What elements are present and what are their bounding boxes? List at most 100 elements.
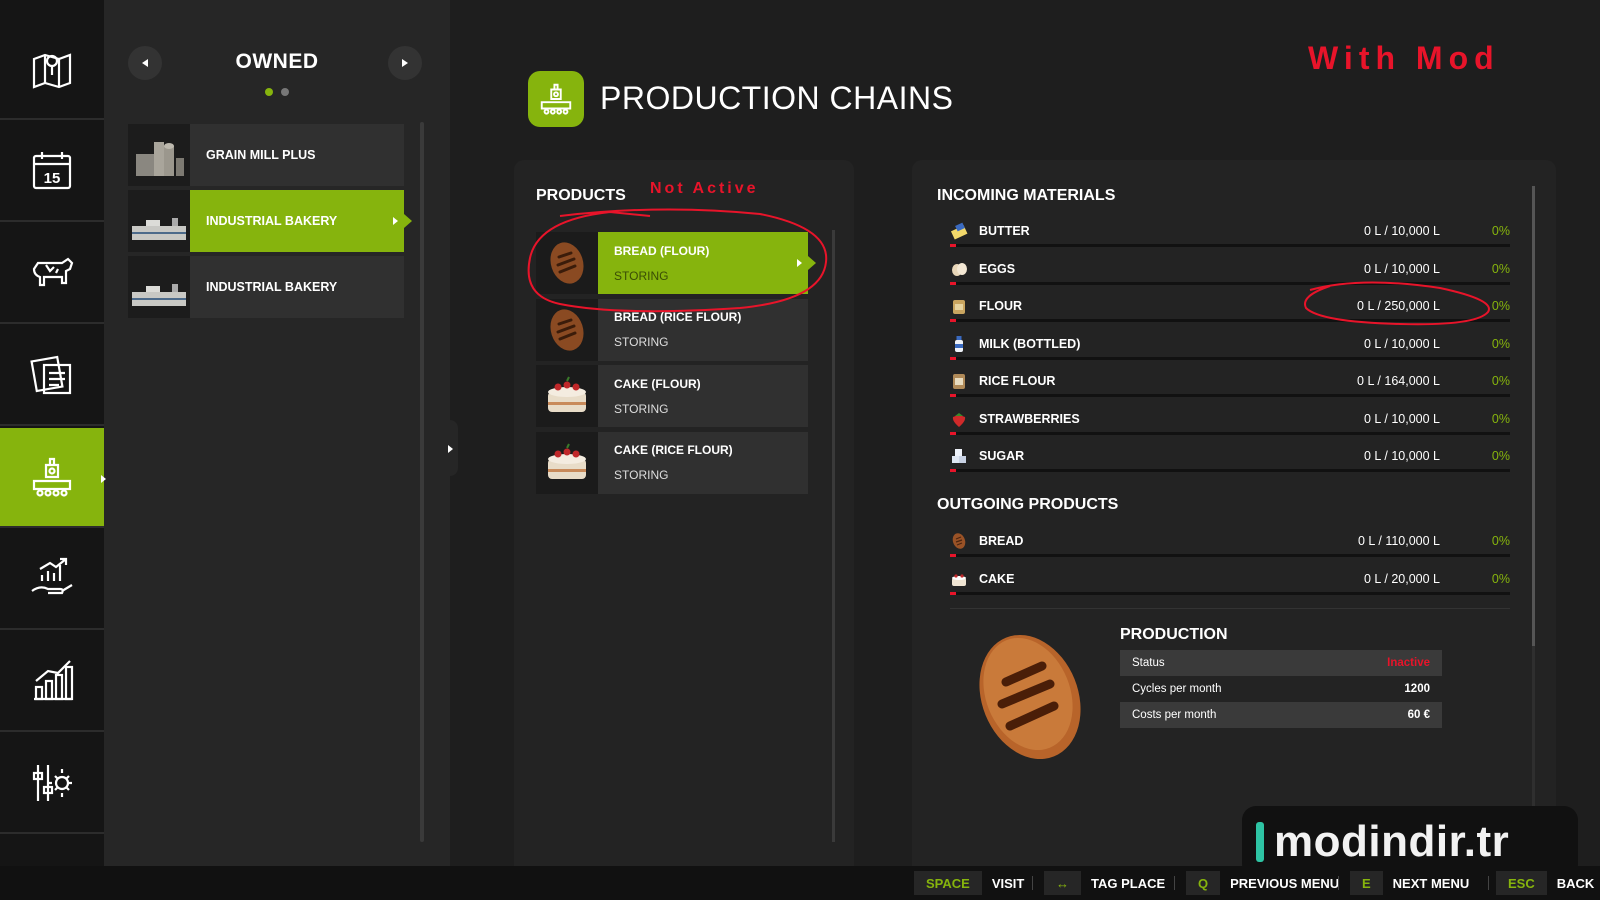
hint-back[interactable]: ESC BACK [1496, 871, 1594, 895]
hint-tag-place[interactable]: ↔ TAG PLACE [1044, 871, 1165, 895]
fill-level-bar [950, 469, 1510, 472]
page-dot-active[interactable] [265, 88, 273, 96]
status-row: Status Inactive [1120, 650, 1442, 676]
bread-icon [536, 298, 598, 361]
owned-item-grain-mill-plus[interactable]: GRAIN MILL PLUS [128, 124, 404, 186]
product-item-text: BREAD (FLOUR) STORING [598, 232, 808, 294]
owned-title: OWNED [235, 50, 319, 73]
fill-level-bar [950, 244, 1510, 247]
fill-level-bar [950, 356, 1510, 360]
hint-label: TAG PLACE [1091, 875, 1166, 891]
product-item-text: CAKE (RICE FLOUR) STORING [598, 432, 808, 494]
production-menu-button[interactable] [0, 428, 112, 528]
owned-item-industrial-bakery[interactable]: INDUSTRIAL BAKERY [128, 256, 404, 318]
calendar-menu-button[interactable]: 15 [0, 122, 104, 222]
material-amount: 0 L / 10,000 L [1364, 224, 1440, 238]
product-item-cake-rice-flour[interactable]: CAKE (RICE FLOUR) STORING [536, 431, 808, 494]
page-dot[interactable] [281, 88, 289, 96]
material-amount: 0 L / 10,000 L [1364, 411, 1440, 426]
incoming-row-sugar: SUGAR 0 L / 10,000 L 0% [950, 445, 1510, 481]
products-title: PRODUCTS [536, 187, 626, 204]
fill-level-bar [950, 319, 1510, 322]
hint-separator [1032, 876, 1033, 890]
next-page-button[interactable] [388, 46, 422, 80]
material-amount: 0 L / 10,000 L [1364, 336, 1440, 351]
bakery-thumbnail [128, 256, 190, 318]
strawberry-icon [952, 412, 966, 427]
calendar-icon: 15 [32, 152, 72, 190]
bread-icon [536, 232, 598, 294]
contracts-icon [30, 355, 72, 395]
product-name: CAKE [979, 571, 1015, 586]
hint-next-menu[interactable]: E NEXT MENU [1350, 871, 1469, 895]
key-esc: ESC [1496, 871, 1547, 895]
cake-icon [952, 573, 966, 586]
owned-item-label: INDUSTRIAL BAKERY [206, 280, 338, 294]
production-title: PRODUCTION [1120, 626, 1228, 643]
collapse-panel-button[interactable] [444, 420, 458, 476]
product-name: BREAD (FLOUR) [614, 243, 710, 258]
product-status: STORING [614, 268, 669, 283]
product-name: BREAD [979, 534, 1024, 548]
animals-menu-button[interactable] [0, 224, 104, 324]
sugar-icon [952, 449, 966, 463]
product-amount: 0 L / 110,000 L [1357, 534, 1440, 548]
contracts-menu-button[interactable] [0, 326, 104, 426]
fill-level-bar [950, 281, 1510, 285]
key-q: Q [1186, 871, 1221, 895]
material-amount: 0 L / 10,000 L [1364, 449, 1440, 463]
details-divider [950, 608, 1510, 609]
statistics-menu-button[interactable] [0, 632, 104, 732]
incoming-row-eggs: EGGS 0 L / 10,000 L 0% [950, 258, 1510, 294]
statistics-icon [34, 660, 74, 701]
product-item-cake-flour[interactable]: CAKE (FLOUR) STORING [536, 365, 808, 428]
fill-level-bar [950, 591, 1510, 595]
owned-scrollbar[interactable] [420, 122, 424, 842]
hint-visit[interactable]: SPACE VISIT [914, 871, 1024, 895]
bread-icon [979, 634, 1081, 760]
incoming-row-milk-bottled: MILK (BOTTLED) 0 L / 10,000 L 0% [950, 333, 1510, 369]
product-status: STORING [614, 468, 669, 483]
previous-page-button[interactable] [128, 46, 162, 80]
incoming-materials-title: INCOMING MATERIALS [937, 187, 1116, 204]
material-name: BUTTER [979, 224, 1030, 238]
details-scrollbar-thumb[interactable] [1532, 186, 1535, 646]
key-e: E [1350, 871, 1383, 895]
product-name: CAKE (FLOUR) [614, 376, 701, 391]
annotation-with-mod: With Mod [1308, 40, 1500, 76]
grain-mill-thumbnail [128, 124, 190, 186]
product-item-bread-rice-flour[interactable]: BREAD (RICE FLOUR) STORING [536, 298, 808, 361]
chevron-right-icon [797, 259, 802, 267]
material-percent: 0% [1491, 374, 1510, 388]
product-percent: 0% [1491, 571, 1510, 586]
incoming-row-butter: BUTTER 0 L / 10,000 L 0% [950, 220, 1510, 256]
product-status: STORING [614, 335, 669, 350]
cake-icon [536, 365, 598, 428]
map-menu-button[interactable] [0, 20, 104, 120]
cycles-value: 1200 [1404, 683, 1430, 695]
incoming-row-flour: FLOUR 0 L / 250,000 L 0% [950, 295, 1510, 331]
product-amount: 0 L / 20,000 L [1364, 571, 1440, 586]
settings-menu-button[interactable] [0, 734, 104, 834]
hint-label: PREVIOUS MENU [1230, 875, 1340, 891]
owned-item-industrial-bakery-selected[interactable]: INDUSTRIAL BAKERY [128, 190, 412, 252]
cake-icon [536, 431, 598, 494]
page-indicator [104, 88, 450, 96]
outgoing-row-cake: CAKE 0 L / 20,000 L 0% [950, 568, 1510, 604]
hint-label: NEXT MENU [1392, 875, 1470, 891]
map-icon [32, 53, 72, 89]
side-menu-rail: 15 [0, 0, 112, 866]
costs-row: Costs per month 60 € [1120, 702, 1442, 728]
hint-previous-menu[interactable]: Q PREVIOUS MENU [1186, 871, 1339, 895]
owned-item-label: INDUSTRIAL BAKERY [190, 190, 404, 252]
material-name: MILK (BOTTLED) [979, 336, 1081, 351]
butter-icon [950, 222, 968, 240]
page-title: PRODUCTION CHAINS [600, 80, 954, 116]
finance-menu-button[interactable] [0, 530, 104, 630]
products-scrollbar[interactable] [832, 230, 835, 842]
product-item-bread-flour-selected[interactable]: BREAD (FLOUR) STORING [536, 232, 816, 294]
owned-header: OWNED [104, 44, 450, 84]
production-chains-icon [528, 71, 584, 127]
material-amount: 0 L / 250,000 L [1357, 299, 1440, 313]
material-name: FLOUR [979, 299, 1023, 313]
